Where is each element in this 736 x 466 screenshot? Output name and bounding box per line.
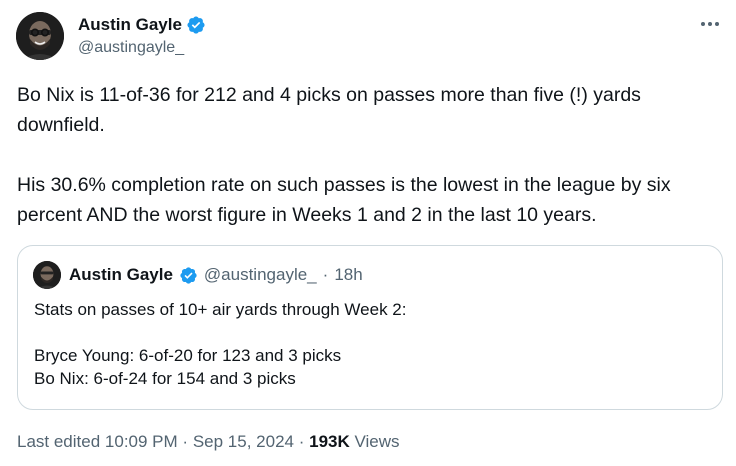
quoted-tweet-header: Austin Gayle @austingayle_ · 18h bbox=[33, 261, 363, 289]
quoted-author-avatar bbox=[33, 261, 61, 289]
quoted-author-handle: @austingayle_ bbox=[203, 265, 317, 284]
edited-label[interactable]: Last edited bbox=[17, 432, 100, 452]
tweet-time[interactable]: 10:09 PM bbox=[105, 432, 178, 452]
author-name[interactable]: Austin Gayle bbox=[78, 15, 182, 35]
author-avatar[interactable] bbox=[16, 12, 64, 60]
tweet-date[interactable]: Sep 15, 2024 bbox=[193, 432, 294, 452]
tweet-text: Bo Nix is 11-of-36 for 212 and 4 picks o… bbox=[17, 84, 671, 226]
tweet-footer: Last edited 10:09 PM · Sep 15, 2024 · 19… bbox=[17, 432, 400, 452]
quoted-tweet-text: Stats on passes of 10+ air yards through… bbox=[34, 300, 407, 388]
quoted-author-name: Austin Gayle bbox=[69, 265, 173, 284]
quoted-separator: · bbox=[322, 265, 329, 284]
avatar-image bbox=[16, 12, 64, 60]
quoted-tweet[interactable]: Austin Gayle @austingayle_ · 18h Stats o… bbox=[17, 245, 723, 410]
more-options-button[interactable] bbox=[698, 14, 722, 34]
author-info: Austin Gayle @austingayle_ bbox=[78, 14, 206, 57]
views-count: 193K bbox=[309, 432, 350, 451]
verified-badge-icon bbox=[186, 15, 206, 35]
quoted-timestamp: 18h bbox=[334, 265, 363, 284]
author-handle[interactable]: @austingayle_ bbox=[78, 39, 206, 57]
views-label: Views bbox=[354, 432, 400, 451]
verified-badge-icon bbox=[179, 266, 198, 285]
more-options-icon bbox=[701, 22, 719, 26]
